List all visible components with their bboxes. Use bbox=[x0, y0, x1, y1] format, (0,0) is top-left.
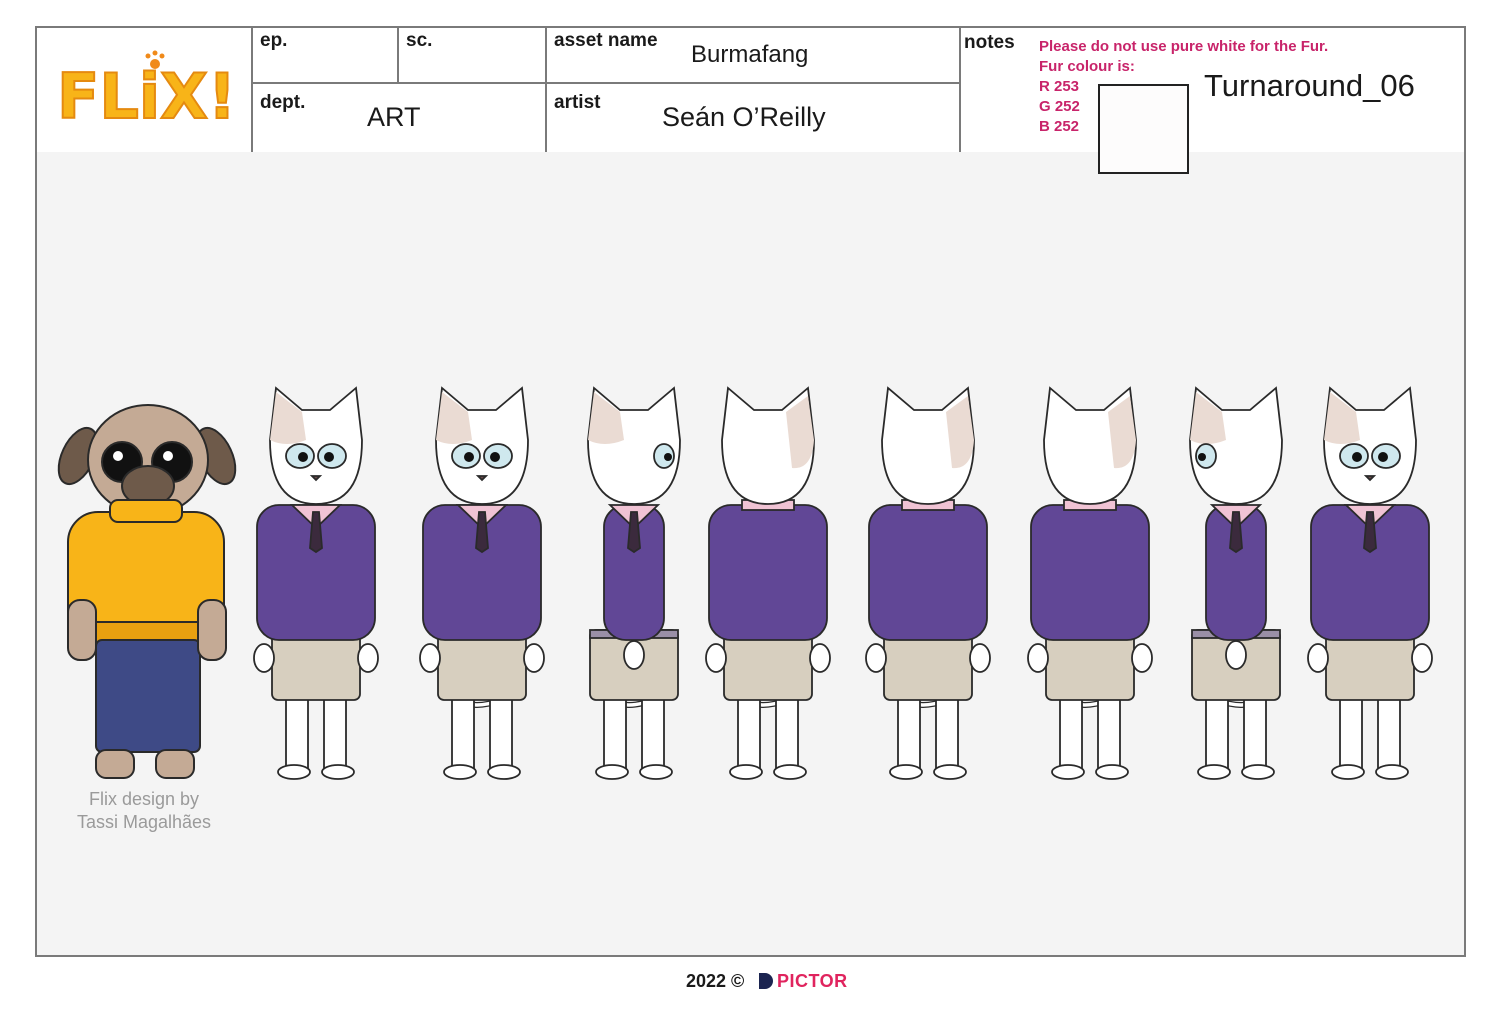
cat-front-view bbox=[253, 386, 379, 780]
footer: 2022 © PICTOR bbox=[0, 971, 1500, 995]
design-credit: Flix design by Tassi Magalhães bbox=[58, 788, 230, 834]
credit-line2: Tassi Magalhães bbox=[76, 812, 212, 832]
pictor-logo-icon bbox=[759, 973, 773, 989]
cat-three-quarter-view bbox=[419, 386, 545, 780]
cat-front-view-alt bbox=[1307, 386, 1433, 780]
copyright-year: 2022 © bbox=[686, 971, 745, 991]
cat-back-three-quarter-view bbox=[705, 386, 831, 780]
cat-back-three-quarter-view-left bbox=[1027, 386, 1153, 780]
cat-side-view-right bbox=[587, 386, 681, 780]
cat-back-view bbox=[865, 386, 991, 780]
character-turnaround bbox=[57, 386, 1433, 780]
credit-line1: Flix design by bbox=[88, 789, 200, 809]
cat-side-view-left bbox=[1189, 386, 1283, 780]
pictor-brand: PICTOR bbox=[777, 971, 848, 991]
flix-pug-reference bbox=[57, 404, 237, 779]
